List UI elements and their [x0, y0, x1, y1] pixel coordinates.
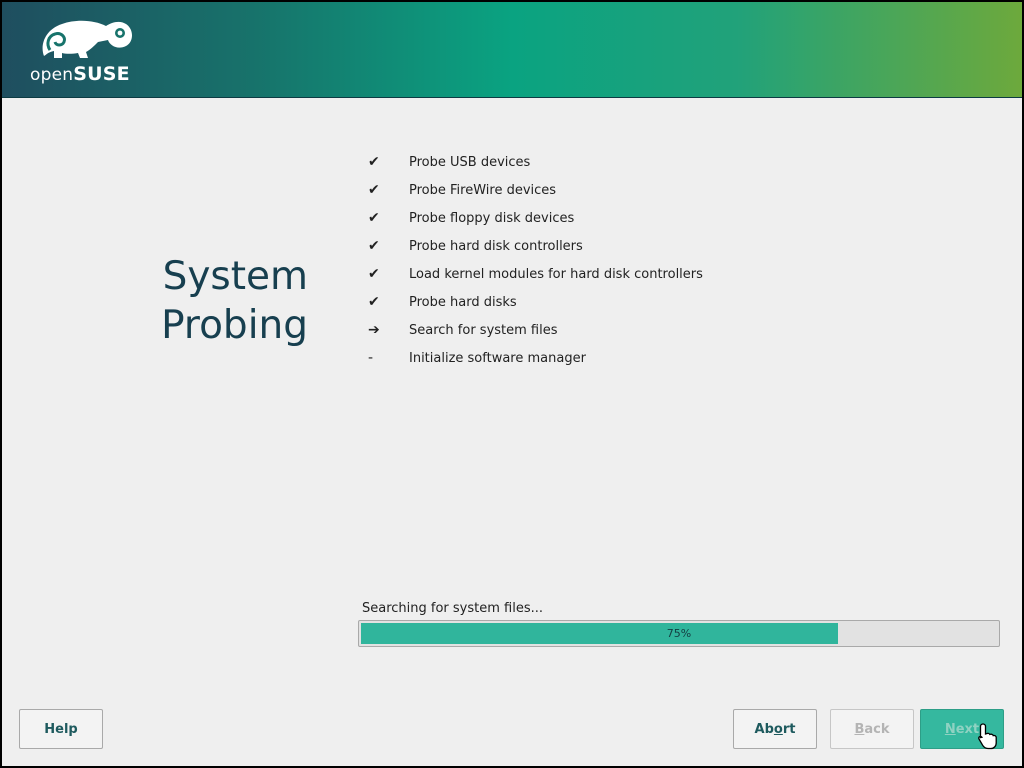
logo-prefix: open	[30, 65, 74, 85]
checkmark-icon: ✔	[368, 294, 380, 310]
header-banner: openSUSE	[2, 2, 1022, 98]
step-item: ✔ Probe hard disks	[364, 288, 703, 316]
step-label: Probe FireWire devices	[409, 182, 557, 198]
installer-window: openSUSE System Probing ✔ Probe USB devi…	[2, 2, 1022, 766]
page-title-line1: System	[162, 254, 308, 299]
step-item: ✔ Probe FireWire devices	[364, 176, 703, 204]
page-title-line2: Probing	[161, 303, 308, 348]
progress-percent: 75%	[666, 627, 692, 640]
arrow-right-icon: ➔	[368, 322, 380, 338]
checkmark-icon: ✔	[368, 182, 380, 198]
opensuse-logo: openSUSE	[30, 16, 140, 86]
next-label-post: ext	[955, 721, 980, 737]
step-label: Search for system files	[409, 322, 558, 338]
checkmark-icon: ✔	[368, 238, 380, 254]
checkmark-icon: ✔	[368, 210, 380, 226]
checkmark-icon: ✔	[368, 154, 380, 170]
abort-label-pre: Ab	[754, 721, 774, 737]
help-button-label: Help	[44, 721, 78, 737]
step-item-current: ➔ Search for system files	[364, 316, 703, 344]
step-label: Load kernel modules for hard disk contro…	[409, 266, 703, 282]
step-item: ✔ Probe hard disk controllers	[364, 232, 703, 260]
page-title: System Probing	[161, 252, 308, 350]
abort-label-post: rt	[782, 721, 796, 737]
checkmark-icon: ✔	[368, 266, 380, 282]
step-item: ✔ Load kernel modules for hard disk cont…	[364, 260, 703, 288]
probe-step-list: ✔ Probe USB devices ✔ Probe FireWire dev…	[364, 148, 703, 372]
progress-bar: 75%	[358, 620, 1000, 647]
back-mnemonic: B	[854, 721, 865, 737]
progress-label: Searching for system files...	[362, 601, 544, 616]
step-item: ✔ Probe USB devices	[364, 148, 703, 176]
step-label: Initialize software manager	[409, 350, 586, 366]
mouse-cursor-icon	[978, 723, 997, 750]
step-item: ✔ Probe floppy disk devices	[364, 204, 703, 232]
logo-suffix: SUSE	[73, 63, 130, 85]
step-label: Probe hard disk controllers	[409, 238, 583, 254]
back-label-post: ack	[864, 721, 890, 737]
abort-button[interactable]: Ab o rt	[733, 709, 817, 749]
step-label: Probe hard disks	[409, 294, 517, 310]
step-label: Probe floppy disk devices	[409, 210, 575, 226]
step-label: Probe USB devices	[409, 154, 531, 170]
help-button[interactable]: Help	[19, 709, 103, 749]
chameleon-icon	[42, 20, 132, 58]
step-item-pending: - Initialize software manager	[364, 344, 703, 372]
dash-icon: -	[368, 350, 374, 366]
abort-mnemonic: o	[773, 721, 783, 737]
logo-wordmark: openSUSE	[30, 63, 130, 85]
next-mnemonic: N	[944, 721, 956, 737]
back-button[interactable]: Back	[830, 709, 914, 749]
